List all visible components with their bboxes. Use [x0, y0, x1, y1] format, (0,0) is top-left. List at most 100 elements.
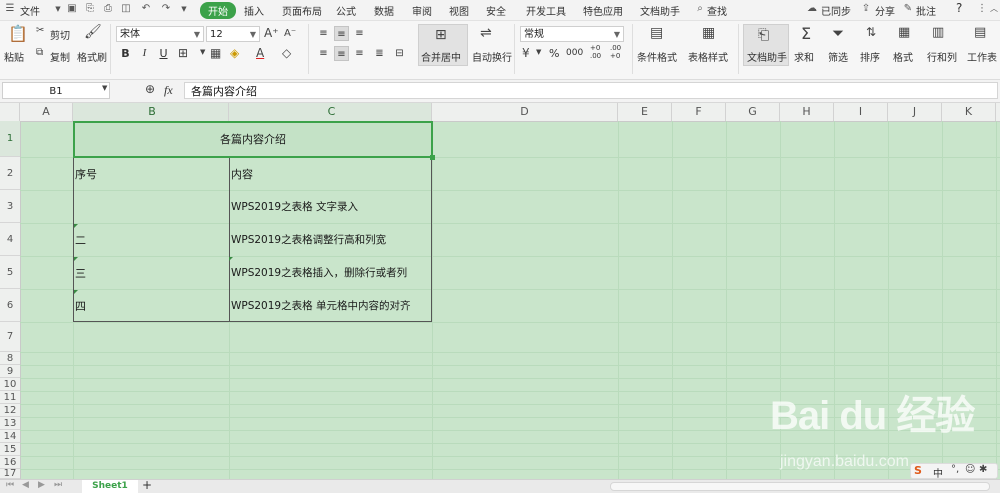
sum-button[interactable]: 求和: [794, 49, 814, 64]
italic-button[interactable]: I: [137, 46, 152, 61]
table-style-button[interactable]: 表格样式: [688, 49, 728, 64]
more-options-icon[interactable]: ⋮: [976, 3, 988, 15]
wrap-text-icon[interactable]: ⇌: [480, 25, 492, 41]
select-all-corner[interactable]: [0, 103, 20, 121]
add-sheet-button[interactable]: +: [142, 478, 152, 492]
row-header-3[interactable]: 3: [0, 190, 20, 223]
chevron-down-icon[interactable]: ▼: [536, 48, 541, 56]
export-icon[interactable]: ⎘: [84, 3, 96, 15]
cell-b4[interactable]: 二: [75, 232, 86, 248]
font-color-icon[interactable]: A: [256, 46, 264, 60]
ime-mode[interactable]: 中: [933, 465, 943, 480]
row-header-17[interactable]: 17: [0, 469, 20, 479]
bold-button[interactable]: B: [118, 46, 133, 61]
align-right-icon[interactable]: ≡: [352, 46, 367, 61]
column-header-h[interactable]: H: [780, 103, 834, 121]
column-header-f[interactable]: F: [672, 103, 726, 121]
row-header-4[interactable]: 4: [0, 223, 20, 256]
sync-status[interactable]: 已同步: [821, 3, 851, 18]
comment-button[interactable]: 批注: [916, 3, 936, 18]
format-painter-icon[interactable]: 🖌: [84, 24, 102, 40]
search-label[interactable]: 查找: [707, 3, 727, 18]
increase-font-icon[interactable]: A⁺: [264, 26, 279, 40]
border-icon[interactable]: ⊞: [178, 46, 188, 60]
wrap-text-button[interactable]: 自动换行: [472, 49, 512, 64]
merge-style-icon[interactable]: ▦: [210, 46, 221, 60]
rows-columns-button[interactable]: 行和列: [927, 49, 957, 64]
column-header-c[interactable]: C: [229, 103, 432, 121]
align-center-icon[interactable]: ≡: [334, 46, 349, 61]
align-top-icon[interactable]: ≡: [316, 26, 331, 41]
name-box[interactable]: B1: [2, 82, 110, 99]
header-cell-number[interactable]: 序号: [75, 166, 97, 182]
tab-special[interactable]: 特色应用: [583, 3, 623, 18]
cell-c4[interactable]: WPS2019之表格调整行高和列宽: [231, 232, 386, 247]
ime-toolbar[interactable]: S 中 °, ☺ ✱: [910, 463, 998, 480]
column-header-k[interactable]: K: [942, 103, 996, 121]
row-header-14[interactable]: 14: [0, 430, 20, 443]
chevron-down-icon[interactable]: ▼: [102, 84, 107, 92]
tab-review[interactable]: 审阅: [412, 3, 432, 18]
row-header-8[interactable]: 8: [0, 352, 20, 365]
sort-icon[interactable]: ⇅: [866, 25, 876, 39]
cell-c3[interactable]: WPS2019之表格 文字录入: [231, 199, 358, 214]
sort-button[interactable]: 排序: [860, 49, 880, 64]
thousand-separator-button[interactable]: 000: [566, 48, 583, 58]
increase-decimal-button[interactable]: +0 .00: [590, 44, 608, 60]
fill-color-icon[interactable]: ◈: [230, 46, 239, 60]
share-button[interactable]: 分享: [875, 3, 895, 18]
underline-button[interactable]: U: [156, 46, 171, 61]
decrease-decimal-button[interactable]: .00 +0: [610, 44, 628, 60]
rows-columns-icon[interactable]: ▥: [932, 25, 944, 40]
conditional-format-icon[interactable]: ▤: [650, 25, 663, 41]
save-icon[interactable]: ▣: [66, 3, 78, 15]
settings-icon[interactable]: ✱: [979, 464, 987, 475]
clear-icon[interactable]: ◇: [282, 46, 291, 60]
redo-icon[interactable]: ↷: [160, 3, 172, 15]
tab-data[interactable]: 数据: [374, 3, 394, 18]
last-sheet-icon[interactable]: ⏭: [54, 480, 62, 490]
collapse-ribbon-icon[interactable]: ︿: [988, 3, 1000, 15]
filter-icon[interactable]: ⏷: [832, 24, 844, 42]
cell-b5[interactable]: 三: [75, 265, 86, 281]
row-header-2[interactable]: 2: [0, 157, 20, 190]
format-button[interactable]: 格式: [893, 49, 913, 64]
selected-cell-b1[interactable]: 各篇内容介绍: [73, 121, 435, 160]
format-painter-button[interactable]: 格式刷: [77, 49, 107, 64]
row-header-11[interactable]: 11: [0, 391, 20, 404]
undo-icon[interactable]: ↶: [140, 3, 152, 15]
tab-formulas[interactable]: 公式: [336, 3, 356, 18]
cell-c5[interactable]: WPS2019之表格插入，删除行或者列: [231, 265, 407, 280]
preview-icon[interactable]: ◫: [120, 3, 132, 15]
format-icon[interactable]: ▦: [898, 25, 910, 40]
row-header-5[interactable]: 5: [0, 256, 20, 289]
fx-button[interactable]: fx: [164, 83, 173, 98]
number-format-select[interactable]: 常规 ▼: [520, 26, 624, 42]
hamburger-icon[interactable]: ☰: [4, 3, 16, 15]
column-header-d[interactable]: D: [432, 103, 618, 121]
conditional-format-button[interactable]: 条件格式: [637, 49, 677, 64]
column-header-g[interactable]: G: [726, 103, 780, 121]
table-style-icon[interactable]: ▦: [702, 25, 715, 41]
tab-view[interactable]: 视图: [449, 3, 469, 18]
chevron-down-icon[interactable]: ▼: [52, 3, 64, 15]
row-header-12[interactable]: 12: [0, 404, 20, 417]
cell-b6[interactable]: 四: [75, 298, 86, 314]
row-header-6[interactable]: 6: [0, 289, 20, 322]
fill-handle[interactable]: [430, 155, 435, 160]
punctuation-icon[interactable]: °,: [951, 464, 959, 475]
horizontal-scrollbar[interactable]: [610, 482, 990, 491]
cut-button[interactable]: 剪切: [50, 27, 70, 42]
decrease-font-icon[interactable]: A⁻: [284, 28, 296, 39]
worksheet-button[interactable]: 工作表: [967, 49, 997, 64]
row-header-9[interactable]: 9: [0, 365, 20, 378]
column-header-j[interactable]: J: [888, 103, 942, 121]
merge-center-button[interactable]: ⊞ 合并居中: [418, 24, 468, 66]
prev-sheet-icon[interactable]: ◀: [22, 480, 29, 490]
sheet-tab-sheet1[interactable]: Sheet1: [82, 480, 138, 493]
tab-doc-assistant[interactable]: 文档助手: [640, 3, 680, 18]
justify-icon[interactable]: ≣: [372, 46, 387, 61]
paste-button[interactable]: 粘贴: [4, 49, 24, 64]
print-icon[interactable]: ⎙: [102, 3, 114, 15]
column-header-i[interactable]: I: [834, 103, 888, 121]
